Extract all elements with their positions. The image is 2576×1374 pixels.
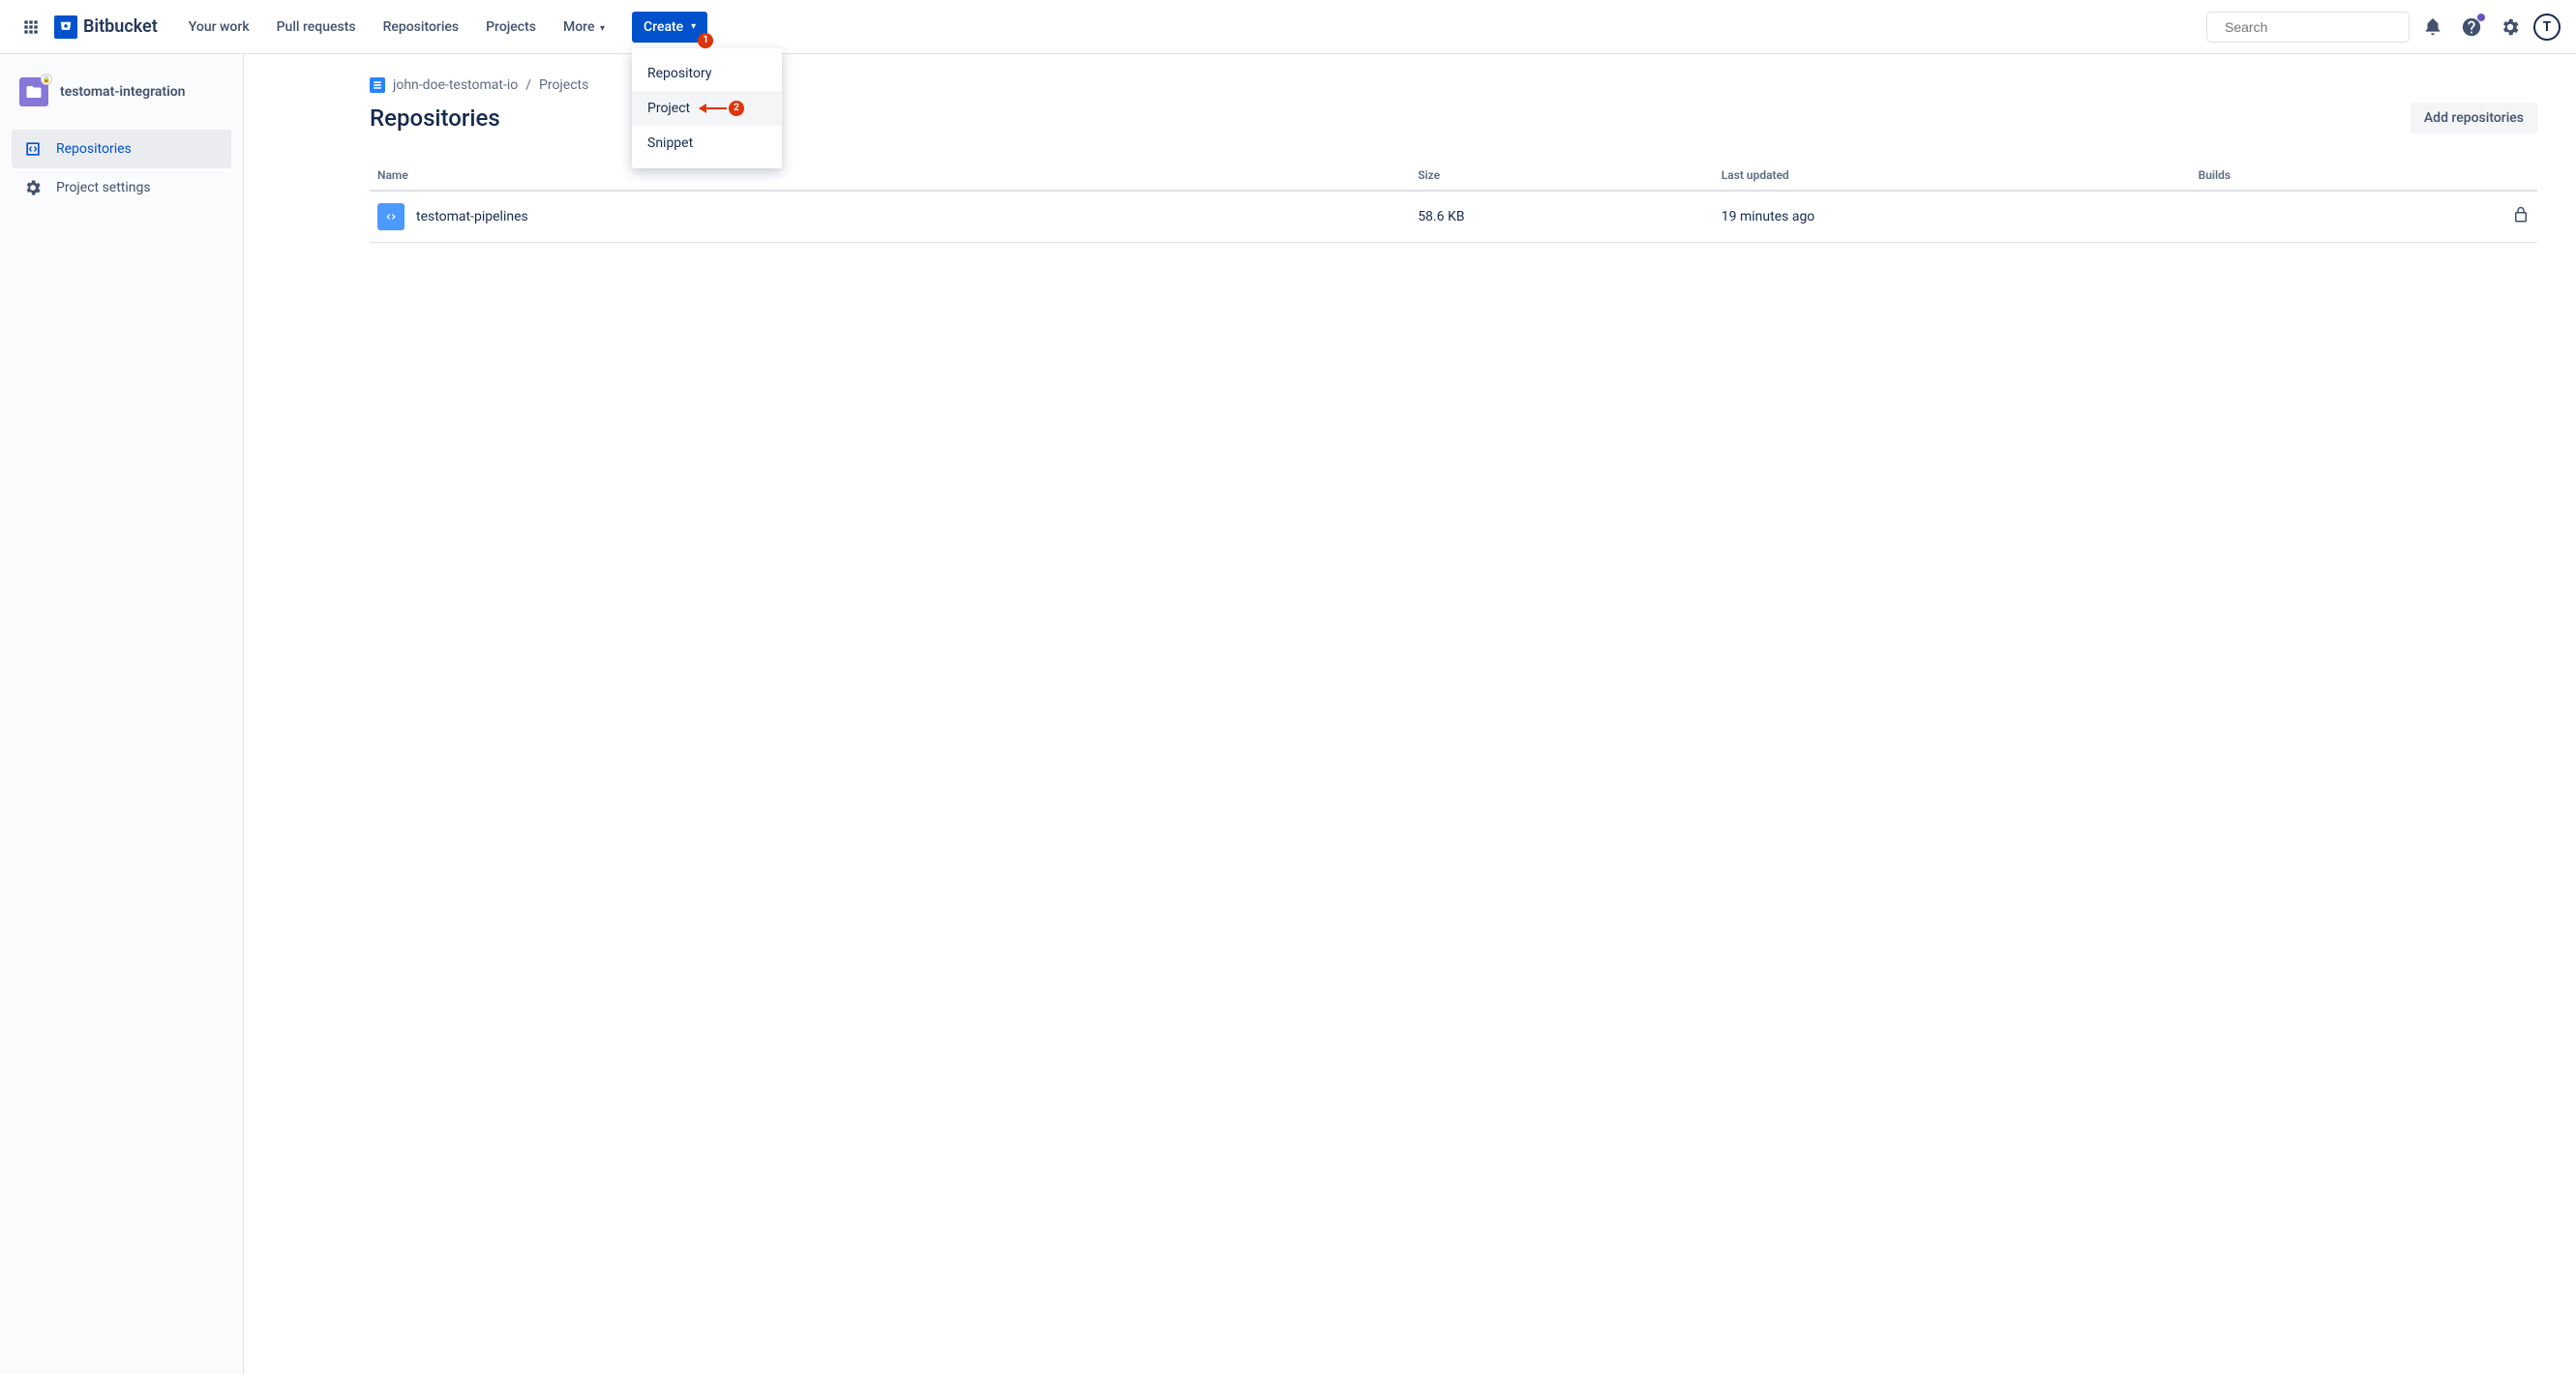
notification-dot-icon bbox=[2477, 14, 2485, 21]
column-header-name[interactable]: Name bbox=[370, 161, 1410, 191]
repo-name: testomat-pipelines bbox=[416, 209, 528, 224]
nav-pull-requests[interactable]: Pull requests bbox=[265, 12, 368, 43]
create-button-label: Create bbox=[644, 19, 683, 35]
breadcrumb-workspace[interactable]: john-doe-testomat-io bbox=[393, 77, 518, 93]
workspace-icon bbox=[370, 77, 385, 93]
sidebar-item-label: Repositories bbox=[56, 141, 132, 157]
help-button[interactable] bbox=[2456, 12, 2487, 43]
create-menu-repository[interactable]: Repository bbox=[632, 56, 782, 91]
project-name: testomat-integration bbox=[60, 84, 185, 100]
settings-button[interactable] bbox=[2495, 12, 2526, 43]
create-button[interactable]: Create ▾ 1 Repository Project 2 Snippet bbox=[632, 12, 707, 43]
app-switcher-button[interactable] bbox=[15, 12, 46, 43]
brand-link[interactable]: Bitbucket bbox=[54, 15, 158, 39]
nav-items: Your work Pull requests Repositories Pro… bbox=[177, 12, 707, 43]
search-input[interactable] bbox=[2225, 19, 2400, 35]
repo-icon bbox=[377, 203, 404, 230]
nav-repositories[interactable]: Repositories bbox=[372, 12, 471, 43]
avatar-button[interactable]: T bbox=[2533, 14, 2561, 41]
search-box[interactable] bbox=[2206, 12, 2410, 43]
create-menu-snippet[interactable]: Snippet bbox=[632, 126, 782, 161]
annotation-badge-2: 2 bbox=[729, 101, 744, 116]
gear-icon bbox=[23, 178, 43, 197]
grid-icon bbox=[21, 17, 41, 37]
notifications-button[interactable] bbox=[2417, 12, 2448, 43]
gear-icon bbox=[2500, 16, 2521, 38]
nav-your-work[interactable]: Your work bbox=[177, 12, 261, 43]
project-avatar: 🔒 bbox=[19, 77, 48, 106]
sidebar: 🔒 testomat-integration Repositories Proj… bbox=[0, 54, 244, 1374]
add-repositories-button[interactable]: Add repositories bbox=[2411, 103, 2537, 134]
layout: 🔒 testomat-integration Repositories Proj… bbox=[0, 54, 2576, 1374]
top-nav: Bitbucket Your work Pull requests Reposi… bbox=[0, 0, 2576, 54]
brand-label: Bitbucket bbox=[83, 16, 158, 37]
project-header[interactable]: 🔒 testomat-integration bbox=[12, 74, 231, 110]
lock-icon bbox=[2512, 206, 2530, 224]
main-content: john-doe-testomat-io / Projects Reposito… bbox=[244, 54, 2576, 1374]
nav-more[interactable]: More ▾ bbox=[552, 12, 616, 43]
nav-right: T bbox=[2206, 12, 2561, 43]
page-title: Repositories bbox=[370, 105, 500, 132]
sidebar-item-project-settings[interactable]: Project settings bbox=[12, 168, 231, 207]
chevron-down-icon: ▾ bbox=[691, 21, 696, 32]
repo-last-updated: 19 minutes ago bbox=[1714, 191, 2191, 243]
annotation-badge-1: 1 bbox=[698, 33, 713, 48]
lock-icon: 🔒 bbox=[41, 74, 52, 85]
create-dropdown: Repository Project 2 Snippet bbox=[632, 48, 782, 168]
code-icon bbox=[384, 210, 398, 224]
nav-more-label: More bbox=[563, 19, 595, 35]
breadcrumb-separator: / bbox=[525, 77, 531, 93]
sidebar-item-label: Project settings bbox=[56, 180, 151, 195]
bitbucket-icon bbox=[54, 15, 77, 39]
nav-projects[interactable]: Projects bbox=[474, 12, 548, 43]
repositories-table: Name Size Last updated Builds testomat-p… bbox=[370, 161, 2537, 243]
repo-name-cell: testomat-pipelines bbox=[377, 203, 1402, 230]
table-row[interactable]: testomat-pipelines 58.6 KB 19 minutes ag… bbox=[370, 191, 2537, 243]
breadcrumb-projects[interactable]: Projects bbox=[539, 77, 588, 93]
repo-size: 58.6 KB bbox=[1410, 191, 1714, 243]
code-icon bbox=[23, 139, 43, 159]
create-menu-project-label: Project bbox=[647, 101, 690, 116]
chevron-down-icon: ▾ bbox=[600, 23, 605, 34]
annotation-arrow: 2 bbox=[700, 101, 744, 116]
column-header-builds[interactable]: Builds bbox=[2191, 161, 2537, 191]
create-menu-project[interactable]: Project 2 bbox=[632, 91, 782, 126]
folder-icon bbox=[25, 83, 43, 101]
column-header-size[interactable]: Size bbox=[1410, 161, 1714, 191]
column-header-last-updated[interactable]: Last updated bbox=[1714, 161, 2191, 191]
sidebar-item-repositories[interactable]: Repositories bbox=[12, 130, 231, 168]
bell-icon bbox=[2422, 16, 2443, 38]
